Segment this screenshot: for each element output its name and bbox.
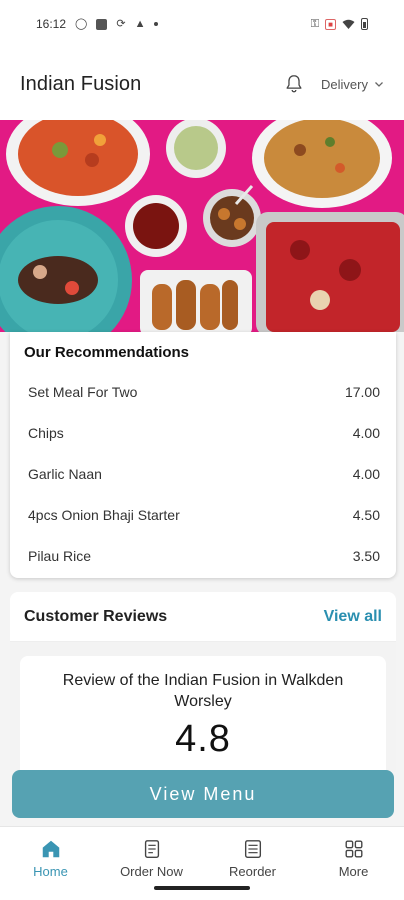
nav-item-more[interactable]: More [303,827,404,900]
item-name: 4pcs Onion Bhaji Starter [28,506,180,523]
order-icon [144,840,159,858]
item-name: Set Meal For Two [28,383,138,400]
review-score: 4.8 [175,718,231,760]
list-item[interactable]: Garlic Naan 4.00 [24,453,380,494]
reviews-title: Customer Reviews [24,607,168,625]
item-price: 3.50 [352,547,380,564]
view-menu-button[interactable]: View Menu [12,770,394,818]
review-heading: Review of the Indian Fusion in Walkden W… [62,672,344,710]
battery-icon [361,18,368,30]
list-item[interactable]: Set Meal For Two 17.00 [24,371,380,412]
review-card[interactable]: Review of the Indian Fusion in Walkden W… [20,656,386,772]
gesture-bar[interactable] [154,886,250,890]
delivery-dropdown[interactable]: Delivery [321,77,384,92]
status-left: 16:12 ◯ ⟳ ▲ [36,17,159,31]
key-icon: ⚿ [310,17,320,30]
food-illustration [0,120,404,332]
nav-label: More [338,864,369,879]
status-bar: 16:12 ◯ ⟳ ▲ ⚿ ■ [0,0,404,48]
review-carousel: Review of the Indian Fusion in Walkden W… [10,642,396,772]
app-title: Indian Fusion [20,72,142,95]
recommendations-title: Our Recommendations [24,344,190,361]
nav-label: Order Now [120,864,183,879]
status-right: ⚿ ■ [311,18,368,30]
reorder-icon [244,840,261,858]
customer-reviews-section: Customer Reviews View all Review of the … [10,592,396,772]
recommendations-list: Set Meal For Two 17.00 Chips 4.00 Garlic… [24,371,380,576]
recommendations-card: Our Recommendations Set Meal For Two 17.… [10,332,396,578]
nav-label: Reorder [229,864,276,879]
grid-icon [345,840,362,858]
gallery-notification-icon [96,18,108,30]
bell-icon[interactable] [283,73,305,95]
status-time: 16:12 [36,17,67,31]
view-all-link[interactable]: View all [324,608,382,626]
nav-item-home[interactable]: Home [0,827,101,900]
sync-icon: ⟳ [116,17,126,30]
list-item[interactable]: Pilau Rice 3.50 [24,535,380,576]
chevron-down-icon [375,82,383,87]
item-name: Pilau Rice [28,547,92,564]
item-name: Chips [28,424,64,441]
delivery-label: Delivery [321,76,368,92]
item-price: 4.00 [352,424,380,441]
hero-food-image [0,120,404,332]
item-price: 4.00 [352,465,380,482]
list-item[interactable]: 4pcs Onion Bhaji Starter 4.50 [24,494,380,535]
lte-badge-icon: ■ [325,18,336,30]
wifi-icon [342,19,355,29]
more-notifications-dot-icon [154,22,159,26]
reviews-header: Customer Reviews View all [10,592,396,642]
item-price: 17.00 [344,383,380,400]
item-name: Garlic Naan [28,465,102,482]
item-price: 4.50 [352,506,380,523]
home-icon [42,840,59,858]
app-header: Indian Fusion Delivery [0,48,404,120]
header-actions: Delivery [283,73,384,95]
android-icon: ▲ [134,17,146,30]
list-item[interactable]: Chips 4.00 [24,412,380,453]
nav-label: Home [33,864,68,879]
shield-icon: ◯ [75,17,88,30]
